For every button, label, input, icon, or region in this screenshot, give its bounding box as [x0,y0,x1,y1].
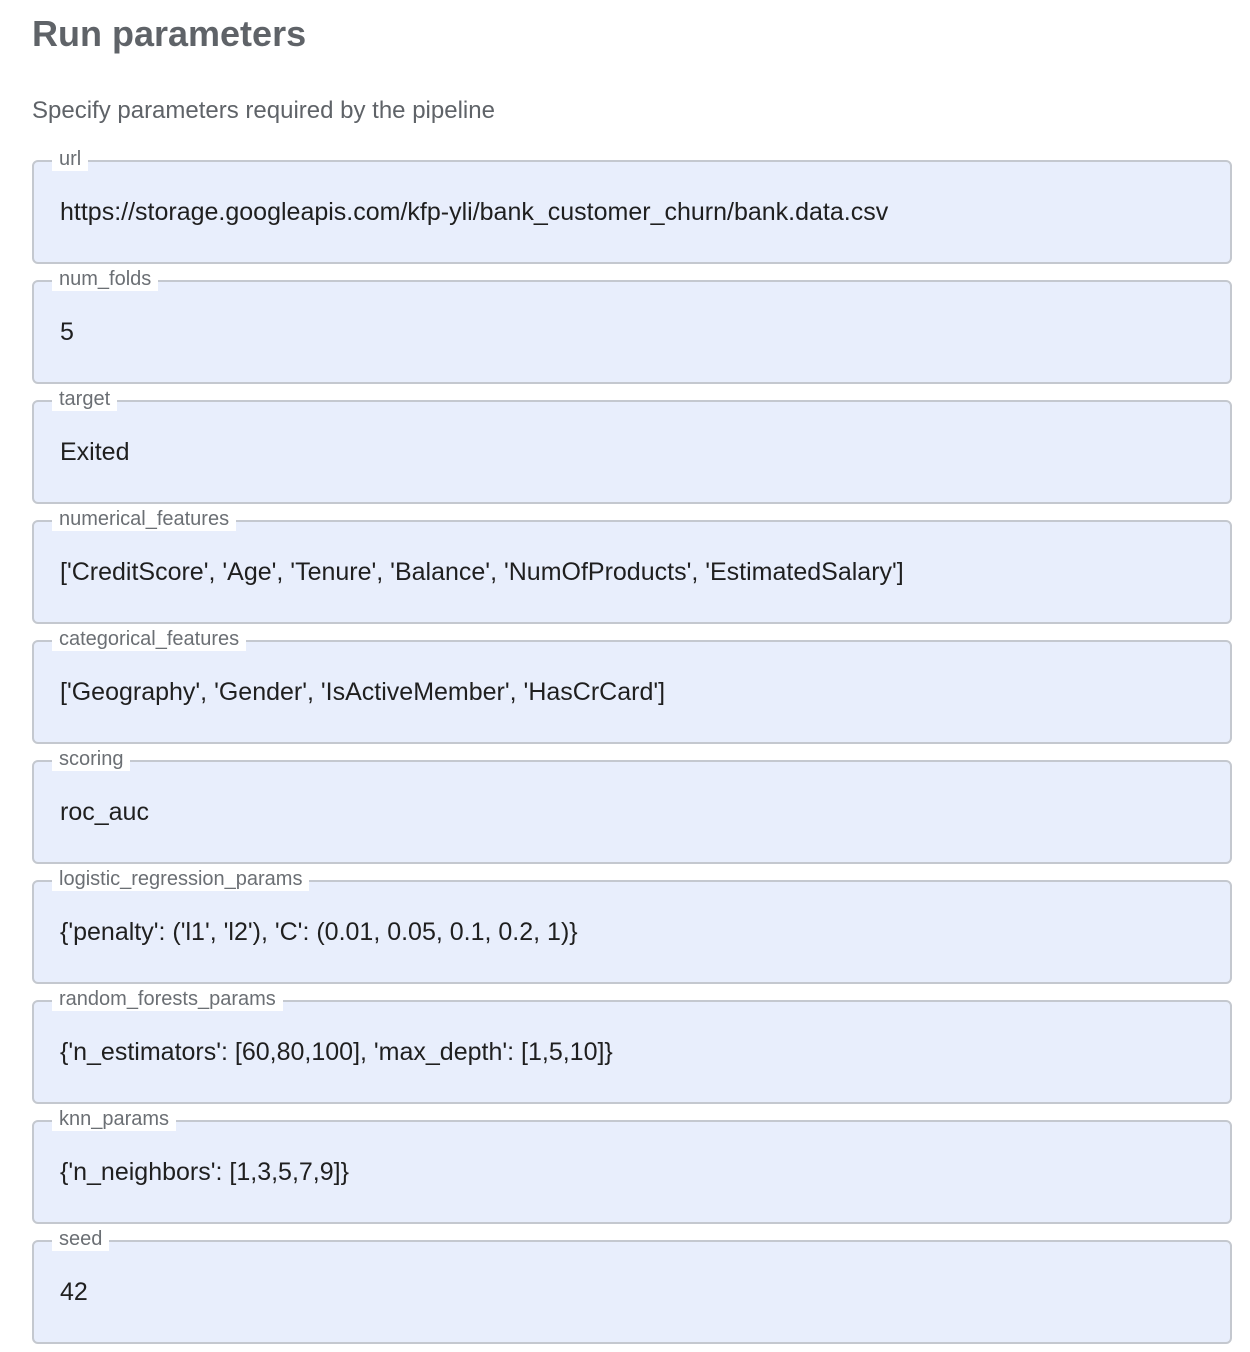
url-input[interactable] [60,194,1210,230]
categorical-features-input[interactable] [60,674,1210,710]
field-categorical-features: categorical_features [32,627,1232,744]
field-logistic-regression-params: logistic_regression_params [32,867,1232,984]
field-scoring: scoring [32,747,1232,864]
field-numerical-features: numerical_features [32,507,1232,624]
field-label: num_folds [52,267,159,291]
field-seed: seed [32,1227,1232,1344]
target-input[interactable] [60,434,1210,470]
field-label: logistic_regression_params [52,867,310,891]
numerical-features-input[interactable] [60,554,1210,590]
random-forests-params-input[interactable] [60,1034,1210,1070]
field-label: random_forests_params [52,987,283,1011]
field-knn-params: knn_params [32,1107,1232,1224]
knn-params-input[interactable] [60,1154,1210,1190]
field-num-folds: num_folds [32,267,1232,384]
next-field-partial [32,1335,1232,1352]
field-label: categorical_features [52,627,247,651]
field-target: target [32,387,1232,504]
field-label: scoring [52,747,131,771]
field-random-forests-params: random_forests_params [32,987,1232,1104]
page-subtitle: Specify parameters required by the pipel… [32,97,495,124]
parameter-fields: url num_folds target numerical_features … [32,147,1232,1352]
field-label: url [52,147,89,171]
page-title: Run parameters [32,13,307,54]
field-url: url [32,147,1232,264]
field-label: numerical_features [52,507,237,531]
num-folds-input[interactable] [60,314,1210,350]
logistic-regression-params-input[interactable] [60,914,1210,950]
seed-input[interactable] [60,1274,1210,1310]
scoring-input[interactable] [60,794,1210,830]
field-label: knn_params [52,1107,177,1131]
field-label: target [52,387,118,411]
field-label: seed [52,1227,110,1251]
